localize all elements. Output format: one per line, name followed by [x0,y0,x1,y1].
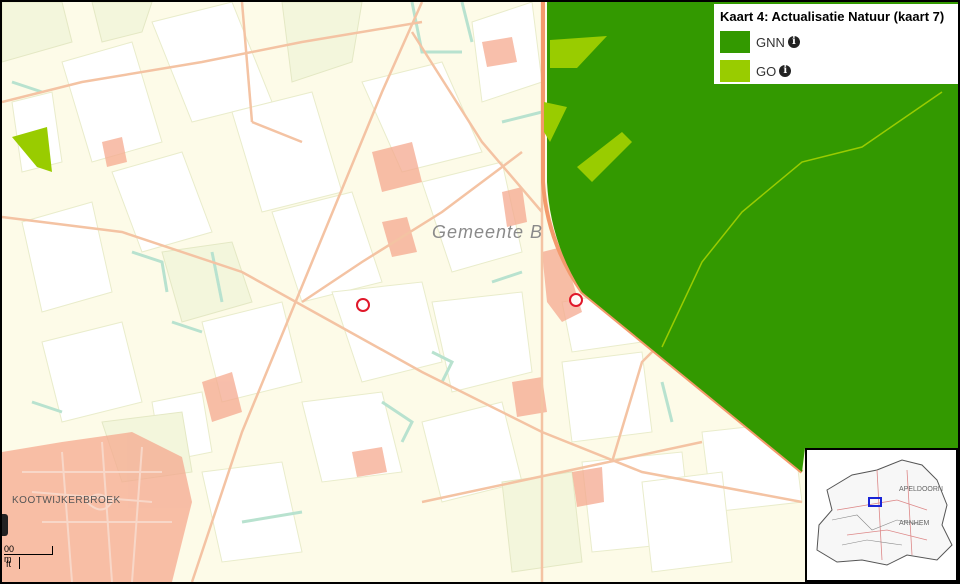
legend-item-go: GO i [720,59,954,83]
legend-panel: Kaart 4: Actualisatie Natuur (kaart 7) G… [714,4,958,84]
location-marker-2[interactable] [569,293,583,307]
scale-bar-imperial [19,557,20,569]
map-view[interactable]: Gemeente B KOOTWIJKERBROEK Kaart 4: Actu… [0,0,960,584]
village-label: KOOTWIJKERBROEK [12,495,121,506]
scale-label-imperial: ft [6,559,12,569]
overview-map-shape [816,459,953,566]
map-edge-handle[interactable] [2,514,8,536]
legend-label-gnn: GNN [756,34,785,50]
municipality-label: Gemeente B [432,222,544,242]
overview-label-apeldoorn: APELDOORN [899,486,943,493]
go-swatch [720,60,750,82]
gnn-swatch [720,31,750,53]
legend-item-gnn: GNN i [720,30,954,54]
info-icon[interactable]: i [779,65,792,77]
legend-title: Kaart 4: Actualisatie Natuur (kaart 7) [720,9,945,24]
overview-map[interactable]: APELDOORN ARNHEM [805,448,958,582]
info-icon[interactable]: i [787,36,800,48]
legend-label-go: GO [756,63,777,79]
location-marker-1[interactable] [356,298,370,312]
overview-label-arnhem: ARNHEM [899,520,930,527]
